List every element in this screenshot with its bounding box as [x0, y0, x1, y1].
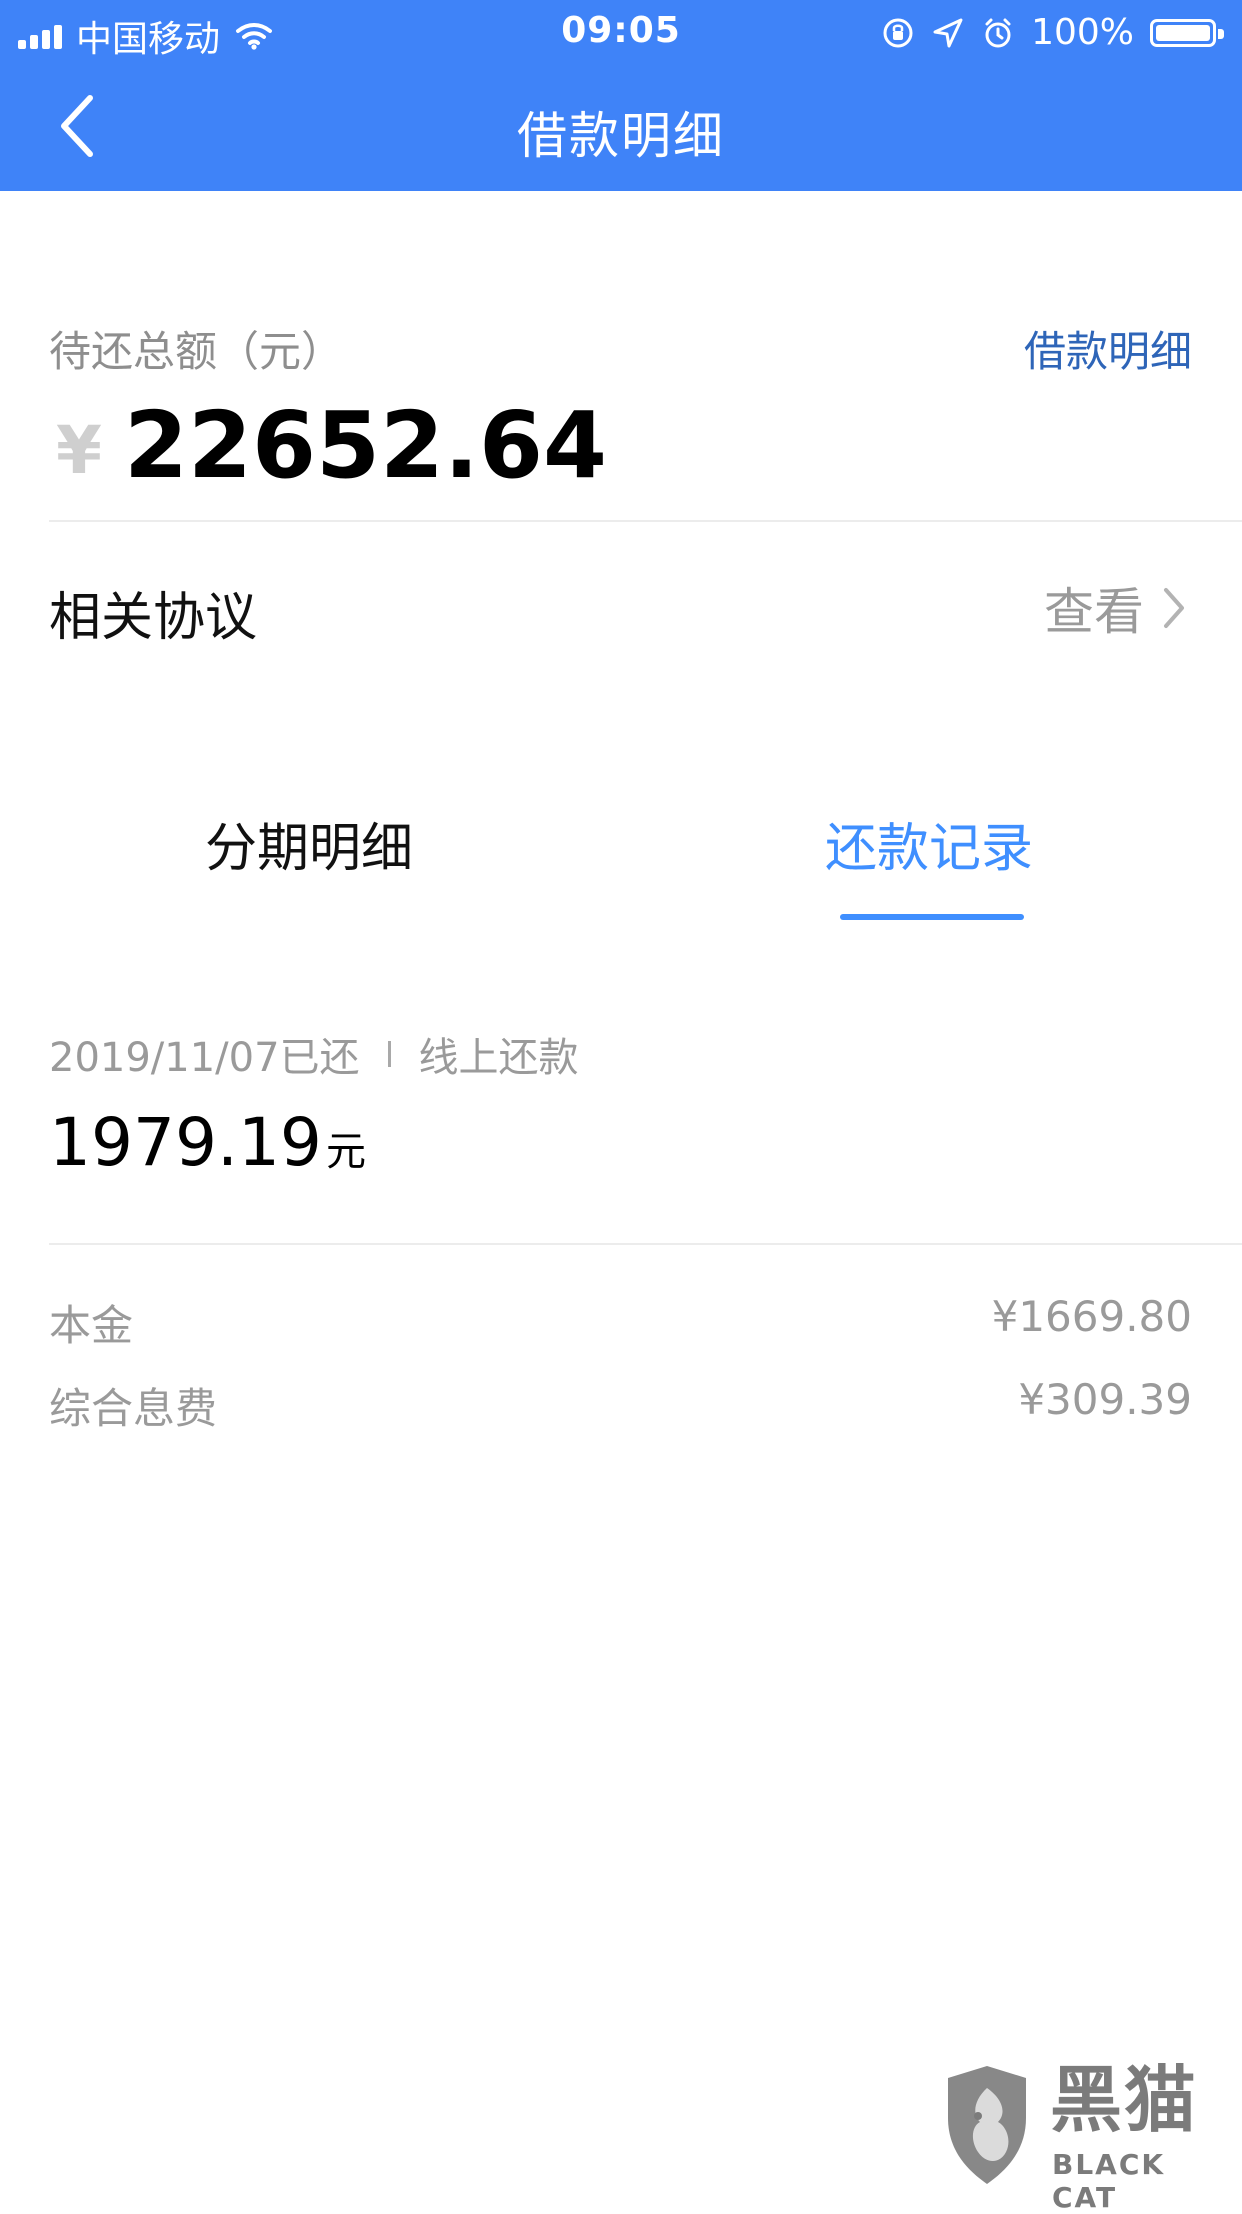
navigation-bar: 借款明细	[0, 62, 1242, 191]
watermark: 黑猫 BLACK CAT	[934, 2058, 1224, 2214]
tab-installment-details[interactable]: 分期明细	[205, 806, 413, 881]
repayment-meta: 2019/11/07已还 线上还款	[49, 1025, 579, 1083]
principal-label: 本金	[49, 1301, 134, 1350]
repayment-method: 线上还款	[418, 1035, 579, 1081]
chevron-right-icon	[1164, 588, 1184, 628]
watermark-subtext: BLACK CAT	[1052, 2148, 1166, 2214]
battery-icon	[1150, 17, 1224, 49]
battery-percent: 100%	[1031, 12, 1134, 53]
status-right: 100%	[881, 12, 1224, 53]
repayment-amount-value: 1979.19	[49, 1104, 322, 1181]
loan-details-link[interactable]: 借款明细	[1024, 318, 1192, 379]
header: 中国移动 09:05 100% 借款明细	[0, 0, 1242, 191]
principal-value: ¥1669.80	[991, 1292, 1192, 1341]
view-label: 查看	[1044, 583, 1144, 641]
related-agreements-label: 相关协议	[49, 588, 258, 648]
black-cat-logo-icon	[948, 2066, 1026, 2184]
location-icon	[933, 18, 963, 47]
active-tab-underline	[840, 914, 1024, 920]
status-bar: 中国移动 09:05 100%	[0, 0, 1242, 62]
orientation-lock-icon	[883, 18, 913, 47]
alarm-icon	[985, 18, 1011, 47]
comprehensive-fee-label: 综合息费	[49, 1384, 218, 1433]
view-agreements-button[interactable]: 查看	[1044, 572, 1190, 644]
total-amount: ¥ 22652.64	[56, 400, 607, 492]
repayment-amount-unit: 元	[325, 1129, 366, 1175]
repayment-amount: 1979.19 元	[49, 1110, 366, 1176]
divider	[49, 1243, 1242, 1245]
comprehensive-fee-value: ¥309.39	[1018, 1375, 1192, 1424]
currency-symbol: ¥	[56, 412, 102, 489]
total-amount-value: 22652.64	[123, 392, 607, 499]
watermark-text: 黑猫	[1050, 2058, 1199, 2142]
repayment-date-status: 2019/11/07已还	[49, 1035, 360, 1081]
divider	[49, 520, 1242, 522]
separator	[387, 1041, 391, 1067]
page-title: 借款明细	[517, 107, 725, 165]
total-due-label: 待还总额（元）	[49, 327, 344, 376]
tab-repayment-records[interactable]: 还款记录	[825, 806, 1033, 881]
